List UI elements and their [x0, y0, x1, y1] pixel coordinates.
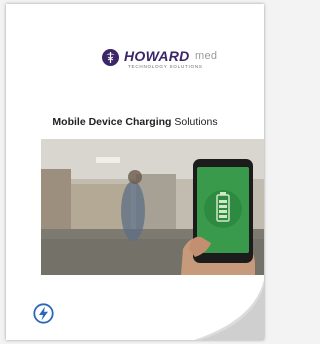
page-title: Mobile Device Charging Solutions — [6, 116, 264, 128]
brochure-cover: HOWARD med TECHNOLOGY SOLUTIONS Mobile D… — [6, 4, 264, 340]
howard-med-logo: HOWARD med TECHNOLOGY SOLUTIONS — [94, 47, 224, 71]
caduceus-icon — [102, 49, 119, 66]
brand-name-suffix: med — [195, 50, 218, 62]
brand-name: HOWARD — [124, 48, 190, 64]
brand-tagline: TECHNOLOGY SOLUTIONS — [128, 64, 203, 69]
page-curl-decoration — [194, 280, 264, 340]
title-regular: Solutions — [174, 116, 218, 128]
title-bold: Mobile Device Charging — [52, 116, 172, 128]
hero-photo — [41, 139, 264, 275]
lightning-bolt-icon — [33, 303, 54, 324]
